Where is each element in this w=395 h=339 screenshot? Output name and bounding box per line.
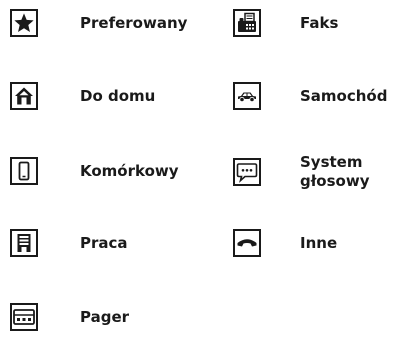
mobile-phone-icon — [10, 157, 38, 185]
legend-label-pager: Pager — [80, 307, 130, 326]
legend-label-voice-system: System głosowy — [300, 153, 370, 190]
legend-item-mobile: Komórkowy — [10, 157, 179, 185]
legend-item-preferred: Preferowany — [10, 9, 187, 37]
house-icon — [10, 82, 38, 110]
legend-label-other: Inne — [300, 233, 338, 252]
star-icon — [10, 9, 38, 37]
office-building-icon — [10, 229, 38, 257]
legend-label-car: Samochód — [300, 86, 388, 105]
voice-system-speech-bubble-icon — [233, 158, 261, 186]
car-icon — [233, 82, 261, 110]
legend-label-fax: Faks — [300, 13, 339, 32]
legend-item-pager: Pager — [10, 303, 129, 331]
fax-icon — [233, 9, 261, 37]
legend-label-home: Do domu — [80, 86, 156, 105]
legend-label-mobile: Komórkowy — [80, 161, 179, 180]
legend-item-other: Inne — [233, 229, 337, 257]
phone-handset-icon — [233, 229, 261, 257]
legend-label-preferred: Preferowany — [80, 13, 188, 32]
legend-item-work: Praca — [10, 229, 128, 257]
legend-item-voice-system: System głosowy — [233, 153, 380, 191]
legend-item-car: Samochód — [233, 82, 387, 110]
legend-item-home: Do domu — [10, 82, 155, 110]
legend-item-fax: Faks — [233, 9, 338, 37]
pager-icon — [10, 303, 38, 331]
legend-label-work: Praca — [80, 233, 128, 252]
